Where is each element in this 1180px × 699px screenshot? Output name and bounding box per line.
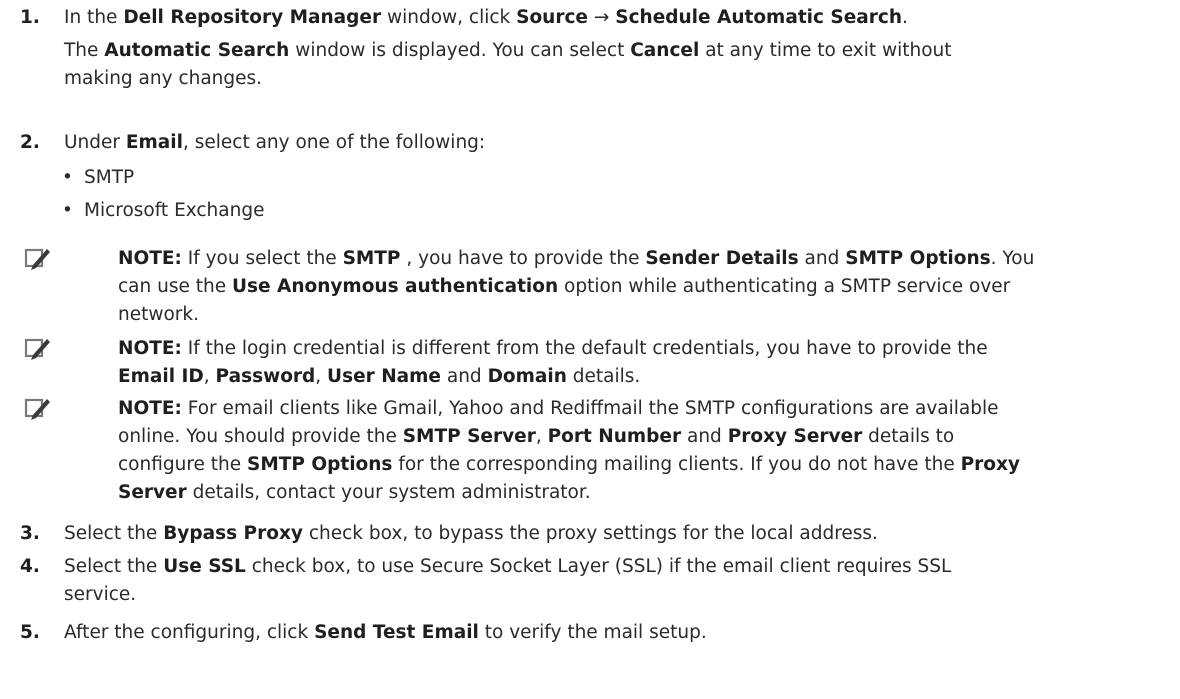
pencil-note-icon <box>24 248 50 270</box>
step-4: 4. Select the Use SSL check box, to use … <box>20 553 1164 609</box>
step-number: 4. <box>20 556 40 577</box>
step-number: 3. <box>20 523 40 544</box>
pencil-note-icon <box>24 338 50 360</box>
bullet-icon: • <box>62 167 73 188</box>
note-2: NOTE: If the login credential is differe… <box>118 338 988 387</box>
step-1-line-1: In the Dell Repository Manager window, c… <box>64 7 908 28</box>
step-number: 5. <box>20 622 40 643</box>
step-1: 1. In the Dell Repository Manager window… <box>20 4 1164 93</box>
pencil-note-icon <box>24 398 50 420</box>
step-3: 3. Select the Bypass Proxy check box, to… <box>20 520 1164 548</box>
note-1: NOTE: If you select the SMTP , you have … <box>118 248 1035 325</box>
note-3: NOTE: For email clients like Gmail, Yaho… <box>118 398 1020 503</box>
list-item: • Microsoft Exchange <box>62 197 264 225</box>
step-2: 2. Under Email, select any one of the fo… <box>20 129 1164 157</box>
arrow-icon: → <box>593 7 610 28</box>
step-2-text: Under Email, select any one of the follo… <box>64 132 486 153</box>
step-number: 2. <box>20 132 40 153</box>
step-1-line-2: The Automatic Search window is displayed… <box>64 40 952 61</box>
step-5: 5. After the configuring, click Send Tes… <box>20 619 1164 647</box>
list-item: • SMTP <box>62 164 134 192</box>
bullet-icon: • <box>62 200 73 221</box>
step-1-line-3: making any changes. <box>64 68 263 89</box>
step-number: 1. <box>20 7 40 28</box>
